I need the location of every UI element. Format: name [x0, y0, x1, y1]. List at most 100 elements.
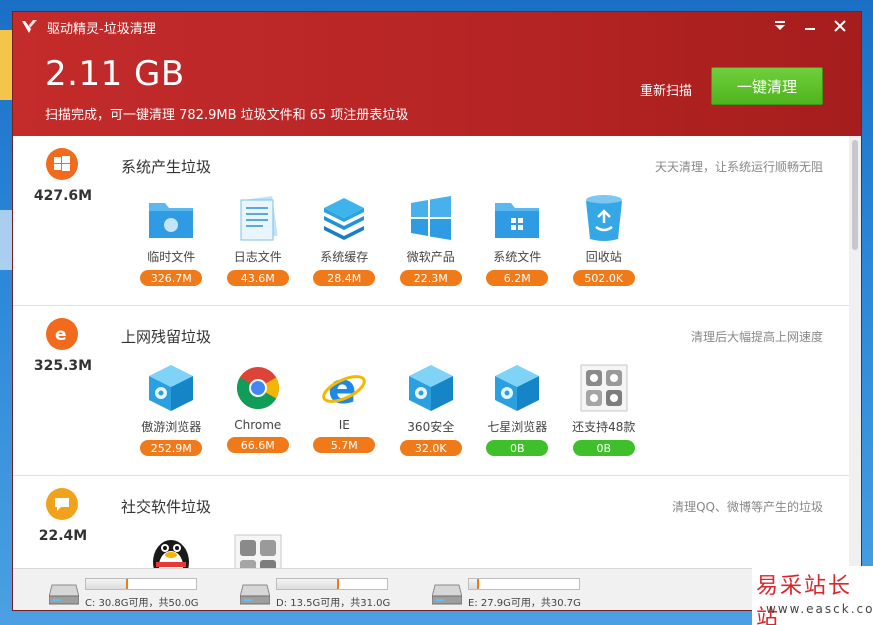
drive-usage-bar	[85, 578, 197, 590]
title-bar: 驱动精灵-垃圾清理	[21, 17, 156, 37]
item-label: IE	[338, 418, 350, 432]
item-qixing-browser[interactable]: 七星浏览器 0B	[474, 362, 561, 456]
watermark-title: 易采站长站	[756, 574, 853, 625]
item-label: 七星浏览器	[487, 420, 548, 434]
item-size-badge: 0B	[572, 440, 635, 456]
rescan-button[interactable]: 重新扫描	[640, 80, 692, 99]
window-title: 驱动精灵-垃圾清理	[47, 21, 156, 37]
drive-status-bar: C: 30.8G可用，共50.0G D: 13.5G可用，共31.0G E: 2…	[13, 568, 861, 610]
desktop-background-strip	[0, 210, 12, 270]
item-size-badge: 0B	[486, 440, 549, 456]
item-label: 日志文件	[233, 250, 282, 264]
minimize-icon	[805, 28, 815, 30]
section-size: 325.3M	[33, 358, 93, 374]
header-panel: 驱动精灵-垃圾清理 2.11 GB 扫描完成，可一键清理 782.9MB 垃圾文…	[13, 12, 861, 136]
drive-usage-bar	[468, 578, 580, 590]
ie-logo-icon: e	[318, 362, 370, 414]
item-label: 系统文件	[493, 250, 542, 264]
app-logo-icon	[22, 20, 37, 33]
section-system-junk: 427.6M 系统产生垃圾 天天清理，让系统运行顺畅无阻 临时文件 326.7M…	[13, 136, 851, 306]
windows-logo-icon	[405, 192, 457, 244]
item-maxthon-browser[interactable]: 傲游浏览器 252.9M	[128, 362, 215, 456]
section-social-junk: 22.4M 社交软件垃圾 清理QQ、微博等产生的垃圾	[13, 476, 851, 568]
drive-e: E: 27.9G可用，共30.7G	[432, 577, 602, 609]
item-label: 傲游浏览器	[141, 420, 202, 434]
svg-text:e: e	[55, 325, 67, 344]
chat-bubble-icon	[46, 488, 78, 520]
drive-usage-fill	[86, 579, 128, 589]
section-size: 22.4M	[38, 528, 88, 544]
hard-drive-icon	[49, 584, 79, 605]
item-qq[interactable]	[128, 532, 215, 568]
drive-c: C: 30.8G可用，共50.0G	[49, 577, 219, 609]
more-apps-icon	[232, 532, 284, 568]
item-temp-files[interactable]: 临时文件 326.7M	[128, 192, 215, 286]
section-title: 系统产生垃圾	[121, 158, 212, 176]
chrome-icon	[232, 362, 284, 414]
section-items	[128, 532, 301, 568]
section-tip: 清理QQ、微博等产生的垃圾	[672, 500, 823, 514]
item-microsoft-products[interactable]: 微软产品 22.3M	[388, 192, 475, 286]
item-size-badge: 22.3M	[399, 270, 462, 286]
item-more-browsers[interactable]: 还支持48款 0B	[561, 362, 648, 456]
section-web-junk: e 325.3M 上网残留垃圾 清理后大幅提高上网速度 傲游浏览器 252.9M	[13, 306, 851, 476]
item-size-badge: 28.4M	[313, 270, 376, 286]
section-title: 上网残留垃圾	[121, 328, 212, 346]
section-items: 傲游浏览器 252.9M Chrome 66.6M e IE 5.7M 360安…	[128, 362, 647, 456]
recycle-bin-icon	[578, 192, 630, 244]
scan-summary-text: 扫描完成，可一键清理 782.9MB 垃圾文件和 65 项注册表垃圾	[45, 108, 409, 123]
item-chrome[interactable]: Chrome 66.6M	[215, 362, 302, 456]
window-controls	[765, 15, 855, 37]
drive-capacity-text: C: 30.8G可用，共50.0G	[85, 598, 199, 609]
desktop-background-strip	[0, 30, 12, 100]
section-title: 社交软件垃圾	[121, 498, 212, 516]
stack-layers-icon	[318, 192, 370, 244]
section-size: 427.6M	[33, 188, 93, 204]
item-size-badge: 32.0K	[399, 440, 462, 456]
item-label: 还支持48款	[572, 420, 636, 434]
item-system-files[interactable]: 系统文件 6.2M	[474, 192, 561, 286]
item-log-files[interactable]: 日志文件 43.6M	[215, 192, 302, 286]
item-label: 回收站	[585, 250, 622, 264]
menu-dropdown-button[interactable]	[765, 15, 795, 37]
item-more-apps[interactable]	[215, 532, 302, 568]
item-360-safe[interactable]: 360安全 32.0K	[388, 362, 475, 456]
browser-cube-icon	[405, 362, 457, 414]
minimize-button[interactable]	[795, 15, 825, 37]
folder-icon	[145, 192, 197, 244]
drive-capacity-text: D: 13.5G可用，共31.0G	[276, 598, 391, 609]
item-recycle-bin[interactable]: 回收站 502.0K	[561, 192, 648, 286]
section-tip: 天天清理，让系统运行顺畅无阻	[654, 160, 823, 174]
scrollbar-thumb[interactable]	[852, 140, 858, 250]
item-size-badge: 502.0K	[572, 270, 635, 286]
drive-usage-fill	[277, 579, 339, 589]
item-label: 360安全	[407, 420, 455, 434]
one-click-clean-button[interactable]: 一键清理	[711, 67, 823, 105]
junk-category-list: 427.6M 系统产生垃圾 天天清理，让系统运行顺畅无阻 临时文件 326.7M…	[13, 136, 861, 568]
item-ie[interactable]: e IE 5.7M	[301, 362, 388, 456]
close-button[interactable]	[825, 15, 855, 37]
item-size-badge: 66.6M	[226, 437, 289, 453]
watermark-url: www.easck.com	[766, 602, 873, 616]
drive-usage-bar	[276, 578, 388, 590]
total-junk-size: 2.11 GB	[45, 54, 185, 94]
log-file-icon	[232, 192, 284, 244]
close-icon	[834, 20, 846, 32]
drive-d: D: 13.5G可用，共31.0G	[240, 577, 410, 609]
site-watermark: 易采站长站 www.easck.com	[752, 566, 873, 625]
item-system-cache[interactable]: 系统缓存 28.4M	[301, 192, 388, 286]
item-size-badge: 5.7M	[313, 437, 376, 453]
system-folder-icon	[491, 192, 543, 244]
item-label: 临时文件	[147, 250, 196, 264]
drive-usage-fill	[469, 579, 479, 589]
svg-text:e: e	[328, 365, 357, 411]
item-size-badge: 6.2M	[486, 270, 549, 286]
item-label: Chrome	[234, 418, 282, 432]
item-label: 系统缓存	[320, 250, 369, 264]
menu-triangle-icon	[775, 21, 785, 30]
item-label: 微软产品	[406, 250, 455, 264]
item-size-badge: 43.6M	[226, 270, 289, 286]
hard-drive-icon	[240, 584, 270, 605]
ie-icon: e	[46, 318, 78, 350]
browser-cube-icon	[145, 362, 197, 414]
